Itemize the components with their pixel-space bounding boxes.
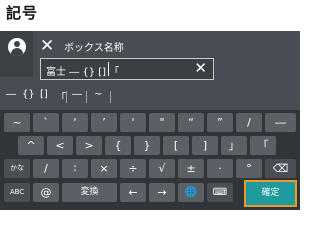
key[interactable]: 」: [221, 136, 247, 155]
keyboard-icon[interactable]: ⌨: [207, 183, 233, 202]
suggestion-divider: [86, 91, 87, 103]
key[interactable]: ·: [207, 159, 233, 178]
page-title: 記号: [6, 4, 39, 22]
key[interactable]: ]: [192, 136, 218, 155]
key[interactable]: ': [120, 113, 146, 132]
user-sidebar: [0, 31, 33, 77]
user-head-shape: [14, 41, 20, 47]
key[interactable]: ×: [91, 159, 117, 178]
key[interactable]: “: [178, 113, 204, 132]
key[interactable]: ―: [265, 113, 296, 132]
key[interactable]: ∶: [62, 159, 88, 178]
key[interactable]: }: [134, 136, 160, 155]
close-icon[interactable]: ✕: [40, 36, 54, 56]
convert-key[interactable]: 変換: [62, 183, 117, 202]
key[interactable]: /: [236, 113, 262, 132]
suggestion-item[interactable]: 「: [56, 89, 66, 104]
confirm-button[interactable]: 確定: [244, 180, 297, 207]
key[interactable]: `: [33, 113, 59, 132]
key[interactable]: ^: [18, 136, 44, 155]
suggestion-item[interactable]: {}: [22, 89, 35, 100]
key[interactable]: 「: [250, 136, 276, 155]
user-icon[interactable]: [8, 38, 26, 56]
key[interactable]: <: [47, 136, 73, 155]
user-body-shape: [11, 48, 23, 56]
key[interactable]: ÷: [120, 159, 146, 178]
key[interactable]: [: [163, 136, 189, 155]
key[interactable]: ~: [4, 113, 30, 132]
suggestion-item[interactable]: ~: [94, 89, 102, 100]
kana-key[interactable]: かな: [4, 159, 30, 178]
left-arrow-icon[interactable]: ←: [120, 183, 146, 202]
suggestion-item[interactable]: ―: [72, 89, 82, 100]
key[interactable]: √: [149, 159, 175, 178]
key[interactable]: ": [149, 113, 175, 132]
box-name-input[interactable]: 富士 ― {} [] 「 ✕: [40, 58, 214, 80]
suggestion-divider: [66, 91, 67, 103]
suggestion-divider: [110, 91, 111, 103]
abc-key[interactable]: ABC: [4, 183, 30, 202]
key[interactable]: °: [236, 159, 262, 178]
suggestion-bar: ― {} [] 「 ― ~: [0, 86, 300, 109]
clear-input-icon[interactable]: ✕: [194, 59, 207, 77]
key[interactable]: >: [76, 136, 102, 155]
backspace-icon[interactable]: ⌫: [265, 159, 296, 178]
key[interactable]: ”: [207, 113, 233, 132]
key[interactable]: /: [33, 159, 59, 178]
suggestion-item[interactable]: []: [40, 89, 48, 100]
right-arrow-icon[interactable]: →: [149, 183, 175, 202]
text-cursor: [108, 62, 109, 76]
suggestion-item[interactable]: ―: [6, 89, 16, 100]
key[interactable]: ±: [178, 159, 204, 178]
at-key[interactable]: @: [33, 183, 59, 202]
key[interactable]: ’: [91, 113, 117, 132]
key[interactable]: {: [105, 136, 131, 155]
globe-icon[interactable]: 🌐: [178, 183, 204, 202]
key[interactable]: ‘: [62, 113, 88, 132]
dialog-title: ボックス名称: [64, 43, 124, 54]
